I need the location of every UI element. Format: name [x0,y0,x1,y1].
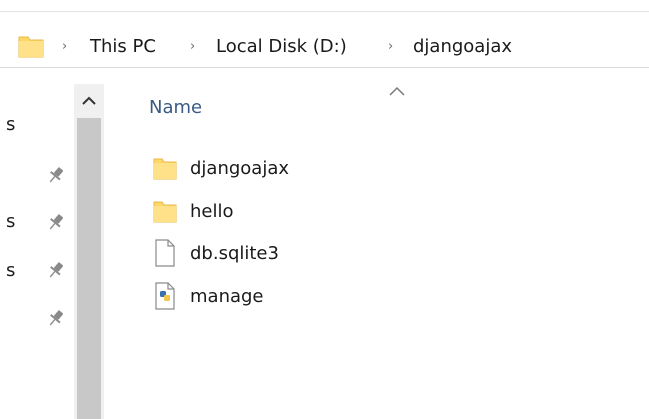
nav-item-label[interactable]: s [6,260,15,281]
pin-icon[interactable] [45,164,67,186]
toolbar-strip [0,0,649,12]
list-item-db-sqlite3[interactable]: db.sqlite3 [150,238,279,268]
pin-icon[interactable] [45,259,67,281]
list-item-manage[interactable]: manage [150,281,264,311]
file-explorer-window: › This PC › Local Disk (D:) › djangoajax… [0,0,649,419]
folder-icon [150,196,180,226]
chevron-right-icon[interactable]: › [388,27,393,67]
pin-icon[interactable] [45,307,67,329]
folder-icon [150,153,180,183]
item-name: db.sqlite3 [190,242,279,264]
nav-item-label[interactable]: s [6,114,15,135]
nav-scrollbar[interactable] [74,84,104,419]
nav-item-label[interactable]: s [6,211,15,232]
breadcrumb-local-disk[interactable]: Local Disk (D:) [216,27,347,67]
list-item-hello[interactable]: hello [150,196,234,226]
chevron-right-icon[interactable]: › [190,27,195,67]
folder-icon [18,34,44,58]
item-name: hello [190,200,234,222]
file-icon [150,238,180,268]
item-name: djangoajax [190,157,290,179]
python-file-icon [150,281,180,311]
breadcrumb-this-pc[interactable]: This PC [90,27,156,67]
sort-ascending-icon [386,83,408,97]
chevron-right-icon[interactable]: › [62,27,67,67]
breadcrumb-current-folder[interactable]: djangoajax [413,27,512,67]
pin-icon[interactable] [45,211,67,233]
address-bar[interactable]: › This PC › Local Disk (D:) › djangoajax [0,27,649,68]
column-header-name[interactable]: Name [149,97,202,118]
scroll-up-icon[interactable] [74,84,104,118]
list-item-djangoajax[interactable]: djangoajax [150,153,289,183]
scroll-thumb[interactable] [77,118,101,419]
item-name: manage [190,285,264,307]
